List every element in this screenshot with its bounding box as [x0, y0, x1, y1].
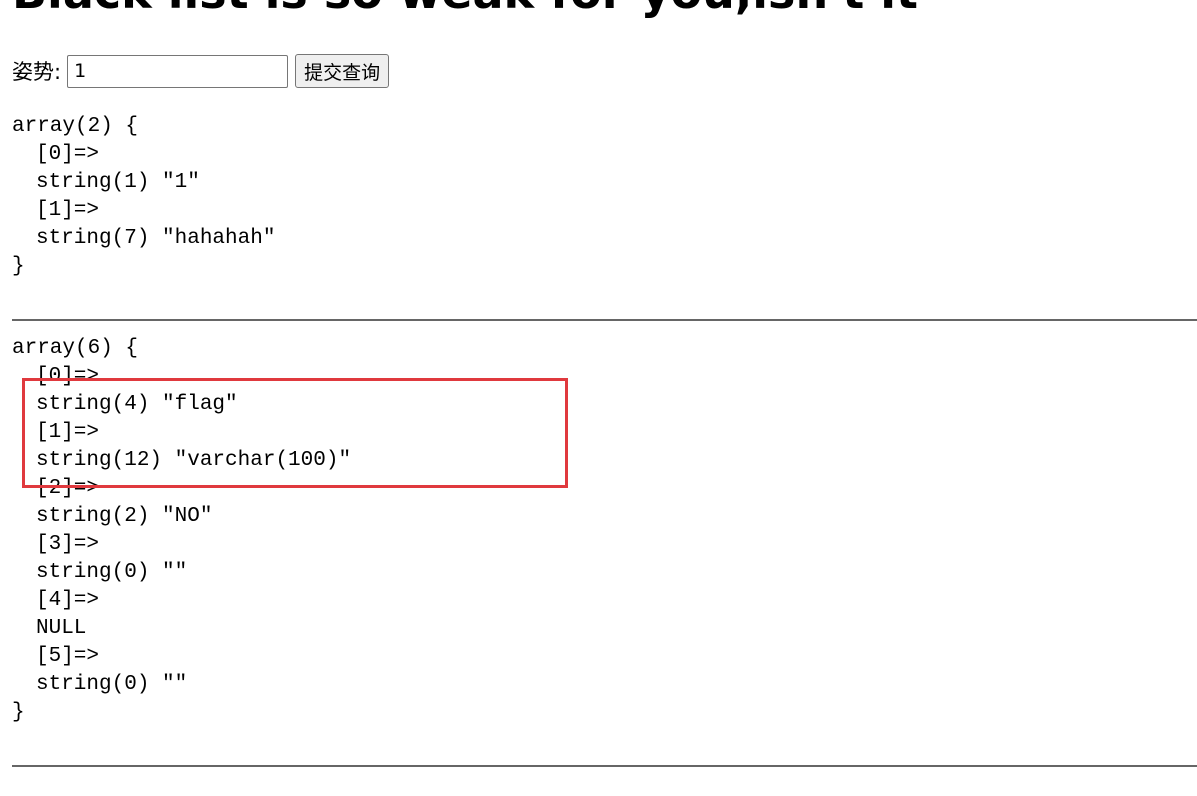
page: Black list is so weak for you,isn't it 姿… — [0, 0, 1197, 796]
query-label: 姿势: — [12, 60, 62, 84]
array-header: array(6) { — [12, 337, 139, 360]
divider — [12, 319, 1197, 321]
page-title: Black list is so weak for you,isn't it — [12, 0, 918, 20]
array-key: [3]=> — [36, 533, 100, 556]
array-footer: } — [12, 701, 25, 724]
array-key: [5]=> — [36, 645, 100, 668]
divider — [12, 765, 1197, 767]
array-key: [1]=> — [36, 199, 100, 222]
query-input[interactable] — [67, 54, 289, 88]
array-value: string(7) "hahahah" — [36, 227, 276, 250]
array-value: NULL — [36, 617, 87, 640]
array-value: string(0) "" — [36, 673, 188, 696]
result-dump-1: array(2) { [0]=> string(1) "1" [1]=> string(… — [12, 113, 275, 281]
array-value: string(1) "1" — [36, 171, 200, 194]
array-key: [0]=> — [36, 143, 100, 166]
array-value: string(0) "" — [36, 561, 188, 584]
array-value: string(2) "NO" — [36, 505, 213, 528]
array-footer: } — [12, 255, 25, 278]
array-header: array(2) { — [12, 115, 139, 138]
submit-query-button[interactable]: 提交查询 — [295, 54, 390, 88]
annotation-highlight-box — [22, 378, 568, 488]
query-form: 姿势: 提交查询 — [12, 54, 390, 88]
array-key: [4]=> — [36, 589, 100, 612]
